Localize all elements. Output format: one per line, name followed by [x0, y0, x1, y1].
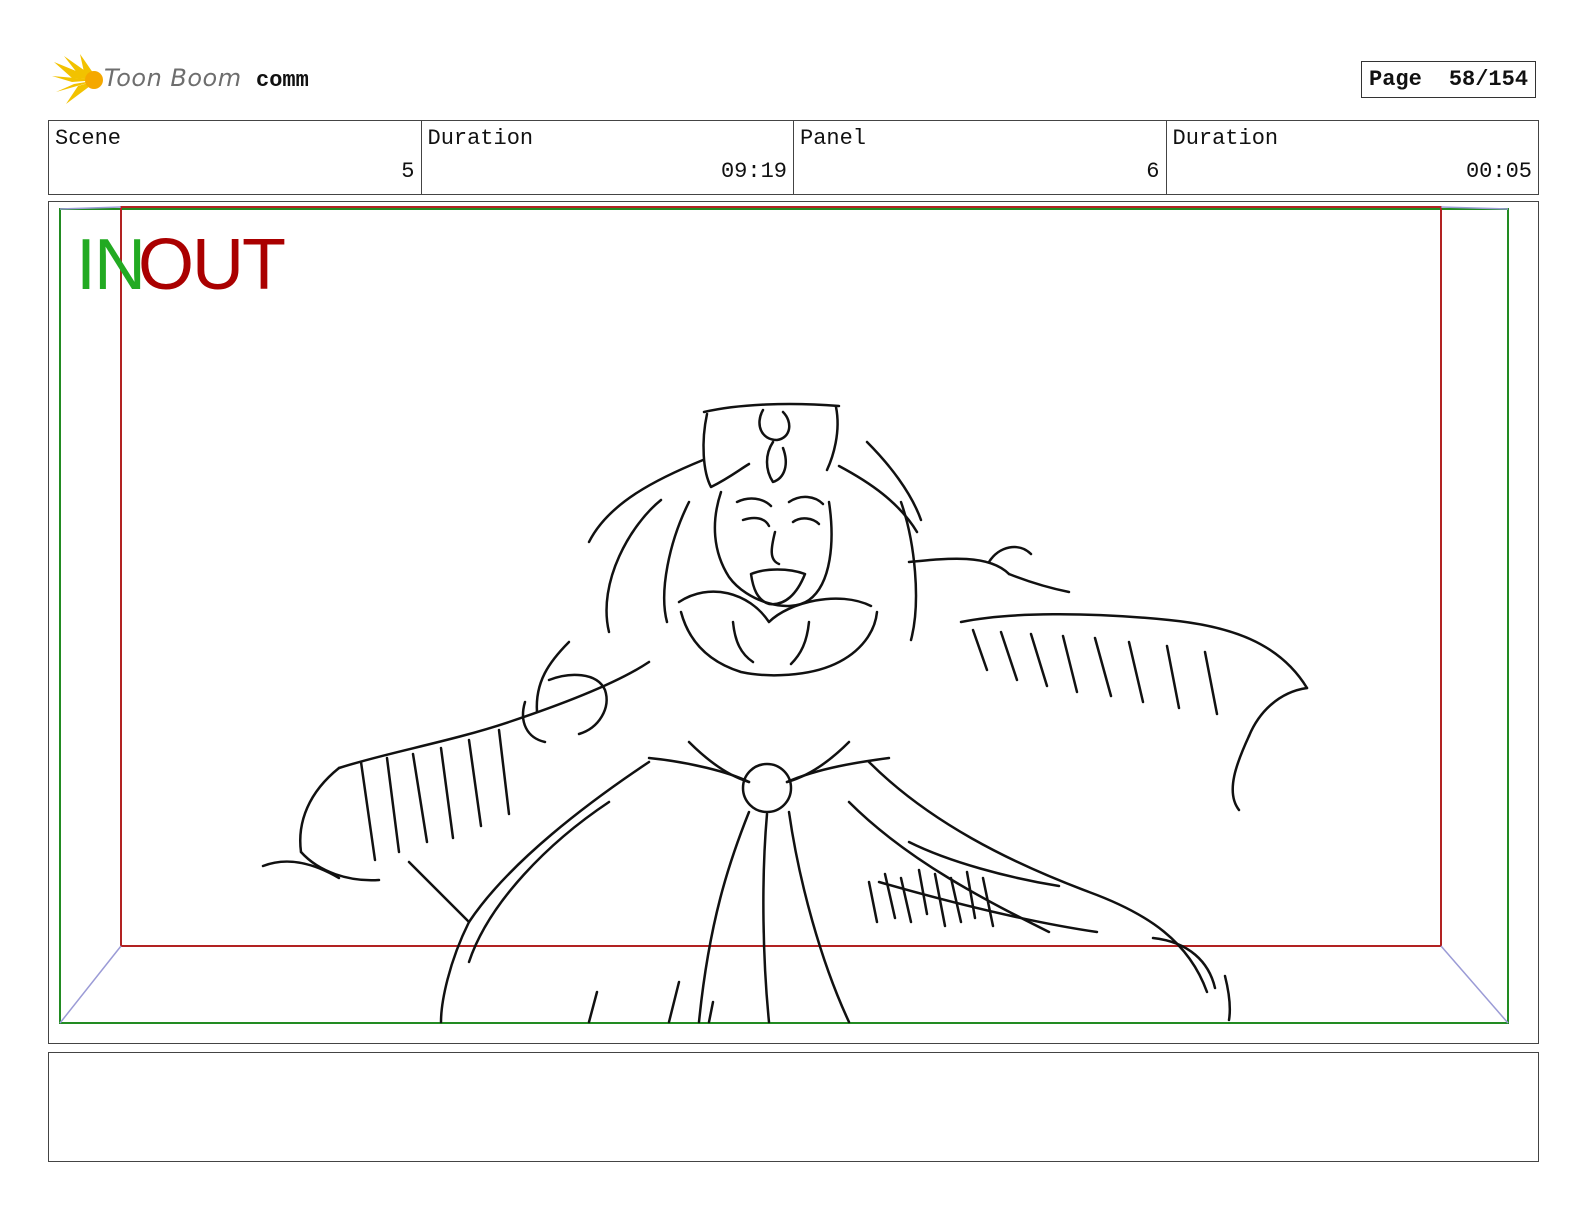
panel-cell: Panel 6 — [794, 121, 1167, 194]
project-name: comm — [256, 68, 309, 93]
panel-duration-value: 00:05 — [1465, 159, 1532, 184]
in-camera-frame — [59, 208, 1509, 1024]
page-label: Page — [1369, 67, 1422, 92]
panel-drawing — [59, 206, 1509, 1024]
in-label: IN — [76, 225, 146, 305]
scene-cell: Scene 5 — [49, 121, 422, 194]
out-label: OUT — [138, 225, 286, 305]
panel-duration-label: Duration — [1172, 126, 1279, 151]
page-indicator: Page 58/154 — [1361, 61, 1536, 98]
panel-notes-box[interactable] — [48, 1052, 1539, 1162]
panel-label: Panel — [800, 126, 867, 151]
scene-duration-label: Duration — [427, 126, 534, 151]
scene-duration-value: 09:19 — [720, 159, 787, 184]
scene-label: Scene — [55, 126, 122, 151]
scene-value: 5 — [401, 159, 415, 184]
page-number: 58/154 — [1448, 67, 1529, 92]
panel-value: 6 — [1146, 159, 1160, 184]
camera-move-guides — [59, 206, 1509, 1024]
panel-info-table: Scene 5 Duration 09:19 Panel 6 Duration … — [48, 120, 1539, 195]
character-sketch — [261, 402, 1309, 1024]
starburst-icon — [52, 54, 103, 104]
storyboard-panel: IN OUT — [48, 201, 1539, 1044]
logo-text: Toon Boom — [104, 64, 242, 92]
out-camera-frame — [120, 206, 1442, 947]
panel-duration-cell: Duration 00:05 — [1167, 121, 1539, 194]
scene-duration-cell: Duration 09:19 — [422, 121, 794, 194]
